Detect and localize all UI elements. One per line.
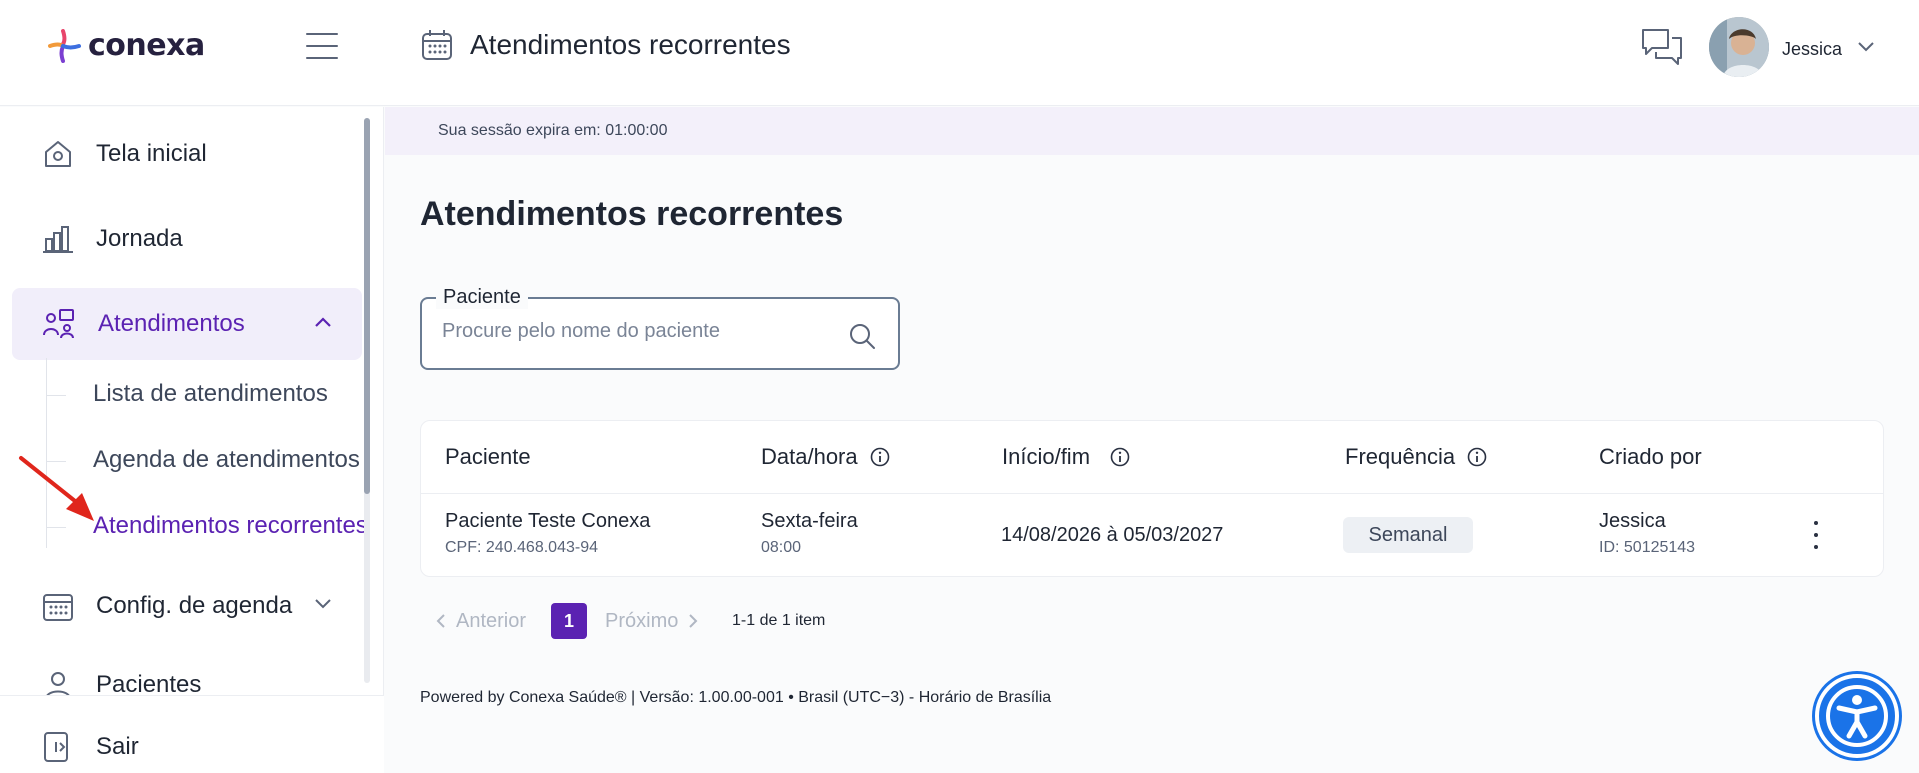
- header-title: Atendimentos recorrentes: [470, 29, 791, 60]
- info-icon[interactable]: [1110, 447, 1130, 467]
- column-header-label: Data/hora: [761, 444, 858, 469]
- frequency-badge: Semanal: [1343, 517, 1473, 553]
- sidebar-item-label: Jornada: [96, 225, 183, 252]
- submenu-item-agenda-de-atendimentos[interactable]: Agenda de atendimentos: [93, 446, 360, 474]
- sidebar-item-config-de-agenda[interactable]: Config. de agenda: [12, 570, 362, 642]
- accessibility-icon: [1826, 685, 1888, 747]
- column-header-criado-por: Criado por: [1599, 444, 1702, 470]
- sidebar-item-label: Tela inicial: [96, 140, 207, 167]
- people-monitor-icon: [43, 309, 74, 339]
- user-name: Jessica: [1782, 39, 1843, 59]
- patient-cpf: CPF: 240.468.043-94: [445, 539, 598, 556]
- calendar-icon: [422, 30, 452, 60]
- row-actions-menu-icon[interactable]: [1808, 521, 1824, 549]
- sidebar-item-label: Atendimentos: [98, 310, 245, 337]
- column-header-frequencia: Frequência: [1345, 444, 1487, 470]
- patient-search-input[interactable]: [442, 320, 822, 343]
- logout-button[interactable]: Sair: [42, 730, 139, 764]
- hamburger-line: [306, 33, 338, 35]
- sidebar-scrollbar-thumb[interactable]: [364, 118, 370, 494]
- logout-icon: [44, 732, 68, 762]
- submenu-item-lista-de-atendimentos[interactable]: Lista de atendimentos: [93, 380, 328, 408]
- sidebar-item-label: Pacientes: [96, 671, 202, 695]
- page-title: Atendimentos recorrentes: [420, 195, 844, 233]
- column-header-label: Criado por: [1599, 444, 1702, 469]
- accessibility-button[interactable]: [1815, 674, 1899, 758]
- sidebar-item-jornada[interactable]: Jornada: [12, 203, 362, 275]
- chevron-down-icon[interactable]: [1857, 40, 1875, 58]
- pagination-next-button[interactable]: Próximo: [605, 603, 698, 639]
- user-icon: [46, 672, 70, 695]
- pagination-count: 1-1 de 1 item: [732, 612, 826, 629]
- info-icon[interactable]: [1467, 447, 1487, 467]
- chat-bubbles-icon[interactable]: [1640, 26, 1684, 75]
- pagination-page-button[interactable]: 1: [551, 603, 587, 639]
- patient-name: Paciente Teste Conexa: [445, 510, 651, 532]
- submenu-tick: [46, 527, 66, 528]
- session-expiry-text: Sua sessão expira em: 01:00:00: [438, 122, 668, 139]
- sidebar-item-label: Config. de agenda: [96, 592, 293, 619]
- conexa-logo[interactable]: conexa: [46, 28, 205, 63]
- pagination-prev-button[interactable]: Anterior: [436, 603, 526, 639]
- table-header-divider: [421, 493, 1883, 494]
- home-icon: [45, 141, 71, 167]
- avatar-photo-icon: [1709, 17, 1769, 77]
- chevron-left-icon: [436, 614, 445, 628]
- logout-label: Sair: [96, 733, 139, 760]
- search-icon[interactable]: [848, 322, 876, 350]
- appointment-day: Sexta-feira: [761, 510, 858, 532]
- calendar-icon: [43, 594, 73, 621]
- sidebar-item-atendimentos[interactable]: Atendimentos: [12, 288, 362, 360]
- appointment-period: 14/08/2026 à 05/03/2027: [1001, 524, 1224, 546]
- info-icon[interactable]: [870, 447, 890, 467]
- chevron-down-icon[interactable]: [314, 598, 332, 610]
- header-title-group: Atendimentos recorrentes: [420, 28, 791, 62]
- created-by-id: ID: 50125143: [1599, 539, 1696, 556]
- column-header-label: Início/fim: [1002, 444, 1091, 469]
- top-header: conexa Atendimentos recorrentes Jessica: [0, 0, 1919, 106]
- submenu-tick: [46, 395, 66, 396]
- pagination-prev-label: Anterior: [456, 609, 527, 632]
- submenu-item-atendimentos-recorrentes[interactable]: Atendimentos recorrentes: [93, 512, 368, 540]
- hamburger-line: [306, 45, 338, 47]
- chevron-right-icon: [689, 614, 698, 628]
- column-header-inicio-fim: Início/fim: [1002, 444, 1130, 470]
- sidebar-item-tela-inicial[interactable]: Tela inicial: [12, 118, 362, 190]
- logo-text: conexa: [88, 28, 205, 63]
- menu-toggle-button[interactable]: [306, 33, 338, 59]
- column-header-data-hora: Data/hora: [761, 444, 890, 470]
- appointment-time: 08:00: [761, 539, 802, 556]
- footer-text: Powered by Conexa Saúde® | Versão: 1.00.…: [420, 689, 1052, 706]
- chevron-up-icon[interactable]: [314, 316, 332, 328]
- user-avatar[interactable]: [1709, 17, 1769, 77]
- pagination-next-label: Próximo: [605, 609, 679, 632]
- chart-bars-icon: [43, 226, 73, 253]
- column-header-label: Frequência: [1345, 444, 1456, 469]
- hamburger-line: [306, 57, 338, 59]
- sidebar-item-pacientes[interactable]: Pacientes: [12, 655, 362, 695]
- column-header-label: Paciente: [445, 444, 531, 469]
- red-annotation-arrow-icon: [19, 456, 94, 521]
- conexa-logo-mark-icon: [48, 28, 81, 63]
- search-field-label: Paciente: [436, 286, 528, 309]
- column-header-paciente: Paciente: [445, 444, 531, 470]
- created-by-name: Jessica: [1599, 510, 1666, 532]
